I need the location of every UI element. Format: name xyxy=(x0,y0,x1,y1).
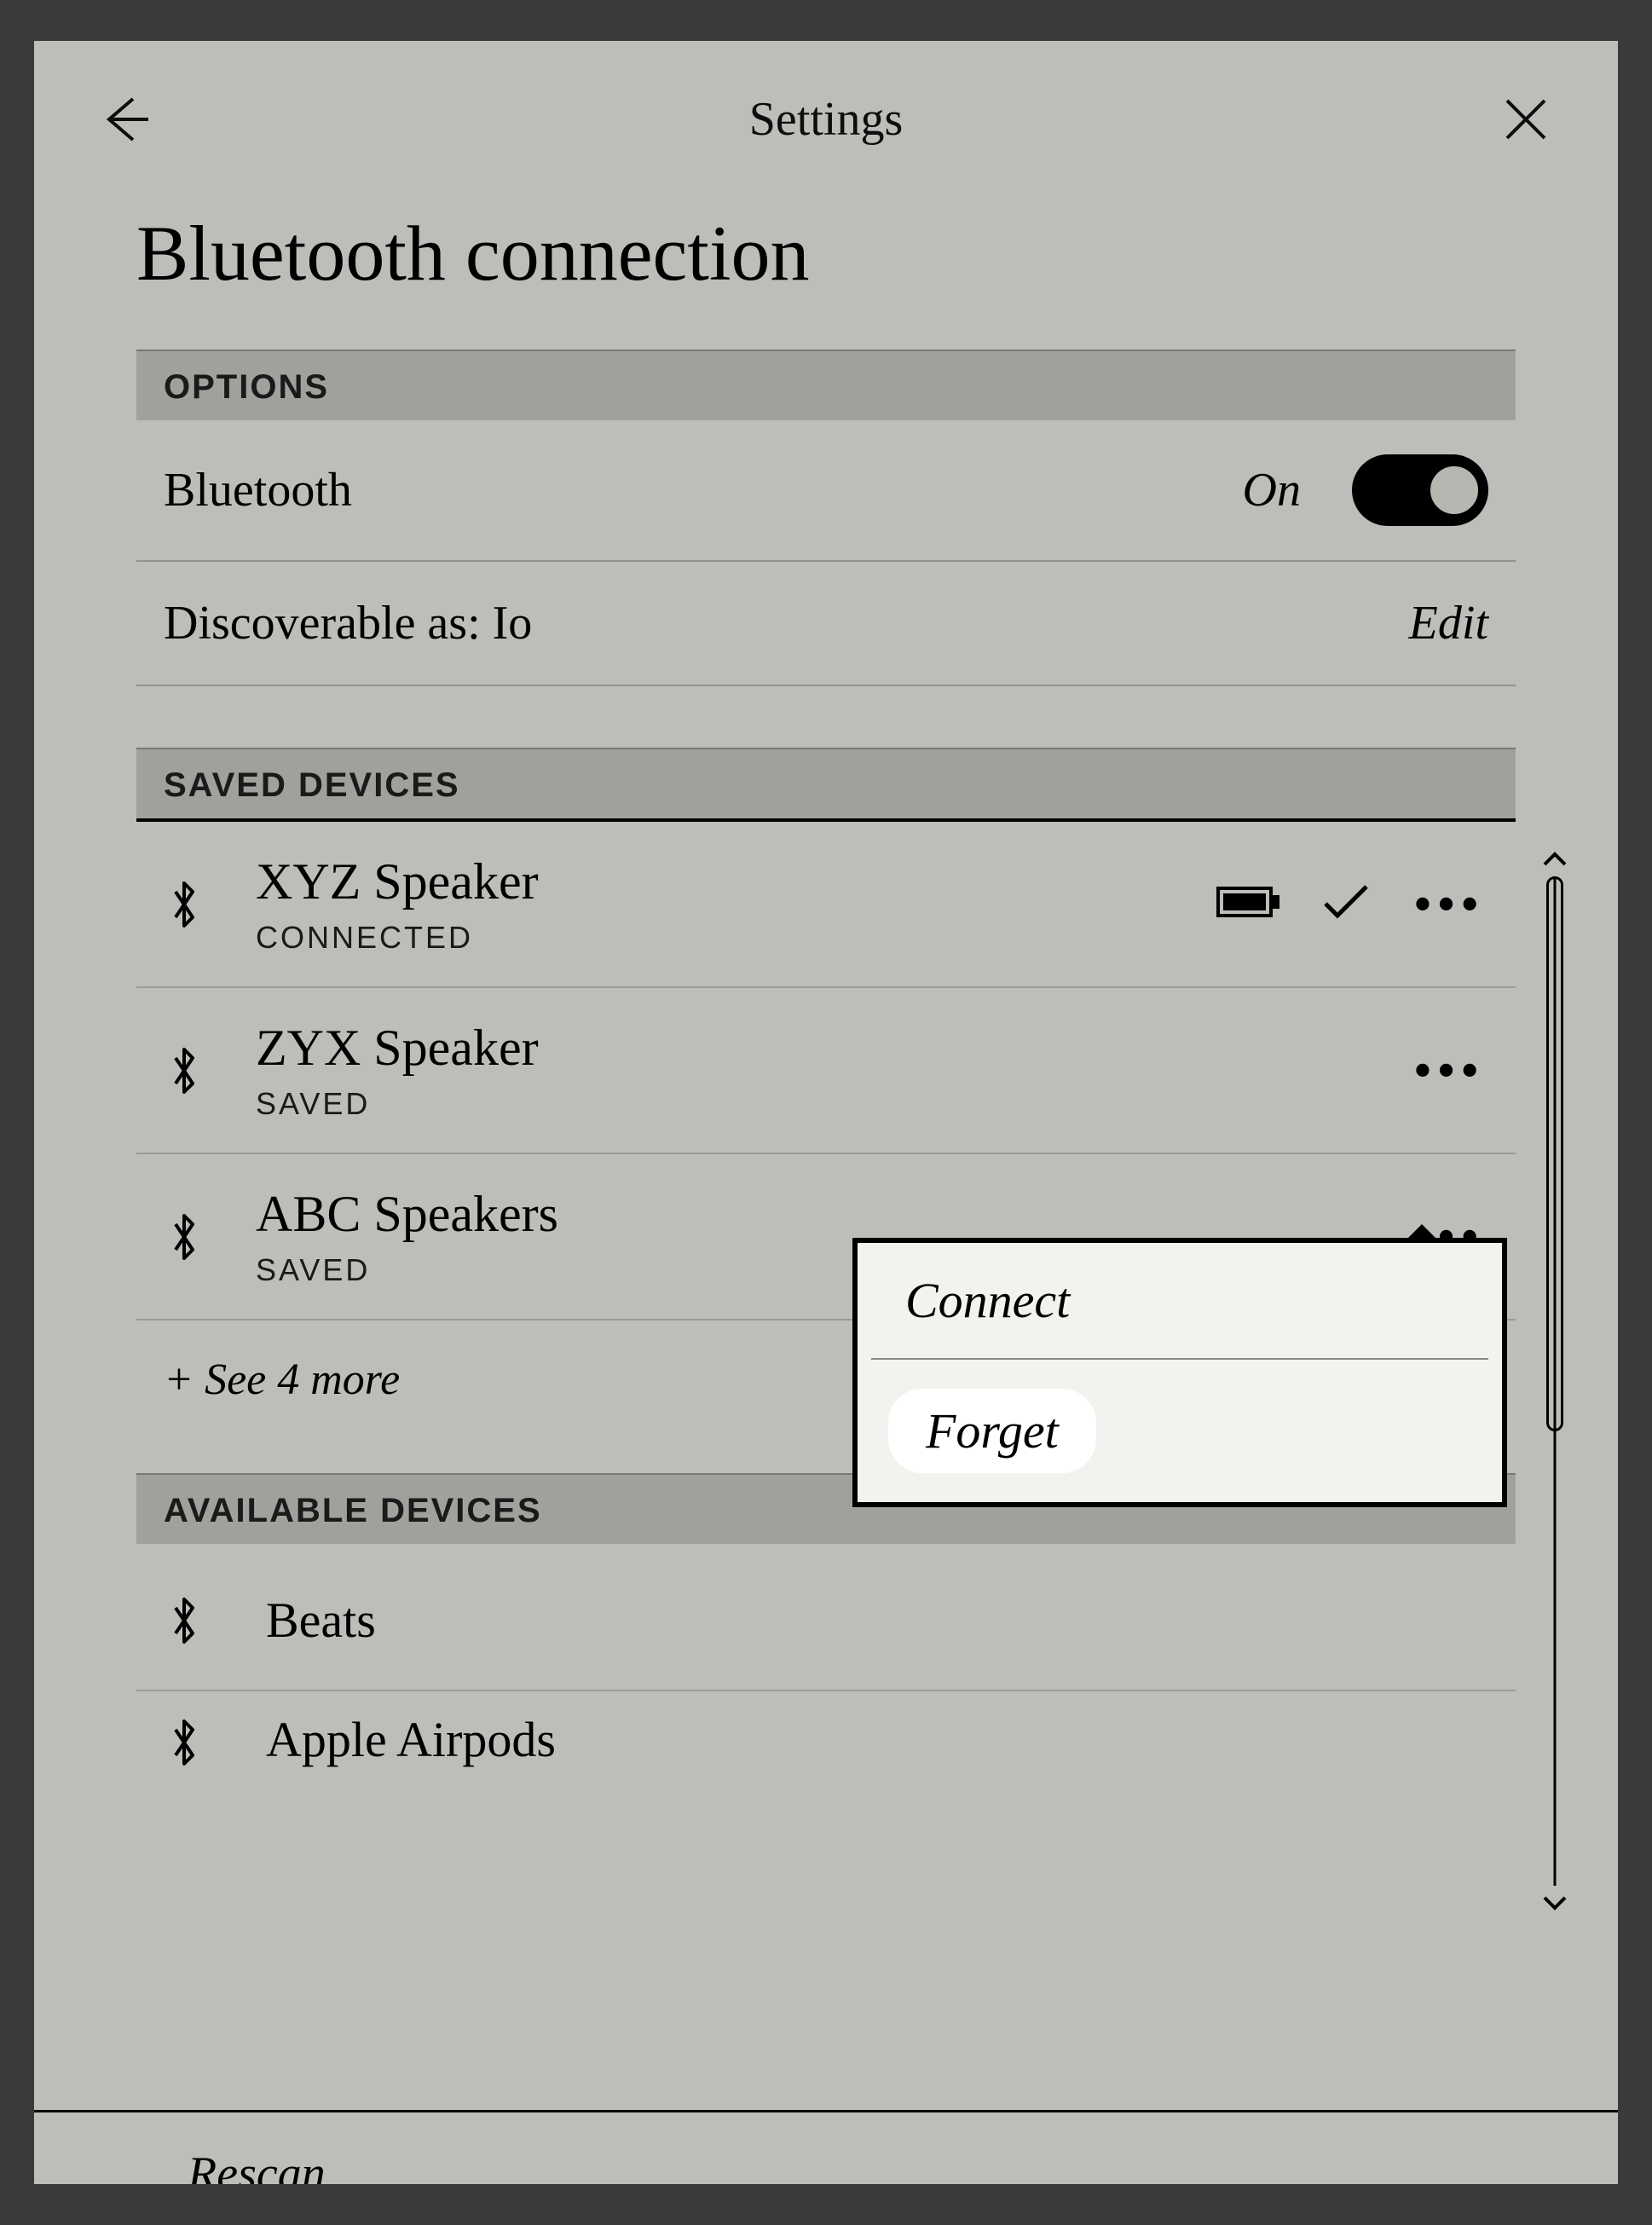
scroll-indicator[interactable] xyxy=(1538,851,1572,1911)
saved-device-row[interactable]: ZYX Speaker SAVED ••• xyxy=(136,988,1516,1154)
popover-forget-button[interactable]: Forget xyxy=(858,1360,1502,1502)
discoverable-row: Discoverable as: Io Edit xyxy=(136,562,1516,686)
scroll-thumb[interactable] xyxy=(1546,876,1563,1431)
device-name: ZYX Speaker xyxy=(256,1019,1360,1078)
device-status: SAVED xyxy=(256,1086,1360,1122)
chevron-down-icon xyxy=(1543,1896,1567,1911)
bluetooth-state-label: On xyxy=(1243,463,1301,517)
available-device-row[interactable]: Beats xyxy=(136,1544,1516,1691)
discoverable-name: Io xyxy=(493,597,533,650)
settings-screen: Settings Bluetooth connection OPTIONS Bl… xyxy=(34,41,1618,2184)
battery-icon xyxy=(1216,883,1281,925)
bluetooth-toggle[interactable] xyxy=(1352,454,1488,526)
toggle-knob xyxy=(1427,463,1482,517)
popover-forget-label: Forget xyxy=(888,1389,1096,1473)
device-name: ABC Speakers xyxy=(256,1185,1360,1244)
available-device-row[interactable]: Apple Airpods xyxy=(136,1691,1516,1768)
device-status: CONNECTED xyxy=(256,920,1165,956)
bluetooth-icon xyxy=(164,1717,205,1768)
page-title: Bluetooth connection xyxy=(34,174,1618,350)
available-device-list: Beats Apple Airpods xyxy=(136,1544,1516,1768)
bluetooth-toggle-row: Bluetooth On xyxy=(136,420,1516,562)
check-icon xyxy=(1322,883,1370,925)
chevron-up-icon xyxy=(1543,851,1567,866)
device-more-button[interactable]: ••• xyxy=(1411,1037,1488,1105)
close-button[interactable] xyxy=(1495,89,1557,150)
device-more-button[interactable]: ••• xyxy=(1411,870,1488,939)
bluetooth-icon xyxy=(164,879,205,930)
device-name: Beats xyxy=(266,1592,376,1649)
rescan-button[interactable]: Rescan John's Apple Airpods xyxy=(34,2110,1618,2184)
topbar: Settings xyxy=(34,41,1618,174)
device-name: XYZ Speaker xyxy=(256,852,1165,911)
bluetooth-icon xyxy=(164,1595,205,1646)
popover-connect-label: Connect xyxy=(905,1273,1070,1328)
bluetooth-icon xyxy=(164,1211,205,1263)
screen-title: Settings xyxy=(157,92,1495,147)
edit-discoverable-button[interactable]: Edit xyxy=(1409,596,1488,650)
discoverable-label: Discoverable as: Io xyxy=(164,596,1409,650)
section-options-header: OPTIONS xyxy=(136,350,1516,420)
discoverable-prefix: Discoverable as: xyxy=(164,597,493,650)
saved-device-row[interactable]: XYZ Speaker CONNECTED ••• xyxy=(136,818,1516,988)
bluetooth-icon xyxy=(164,1045,205,1096)
rescan-label: Rescan xyxy=(188,2147,326,2184)
close-icon xyxy=(1500,94,1551,145)
section-saved-header: SAVED DEVICES xyxy=(136,748,1516,818)
back-button[interactable] xyxy=(95,89,157,150)
device-name: Apple Airpods xyxy=(266,1711,556,1768)
arrow-left-icon xyxy=(101,94,152,145)
bluetooth-label: Bluetooth xyxy=(164,463,1243,517)
popover-connect-button[interactable]: Connect xyxy=(871,1243,1488,1360)
device-options-popover: Connect Forget xyxy=(852,1238,1507,1507)
